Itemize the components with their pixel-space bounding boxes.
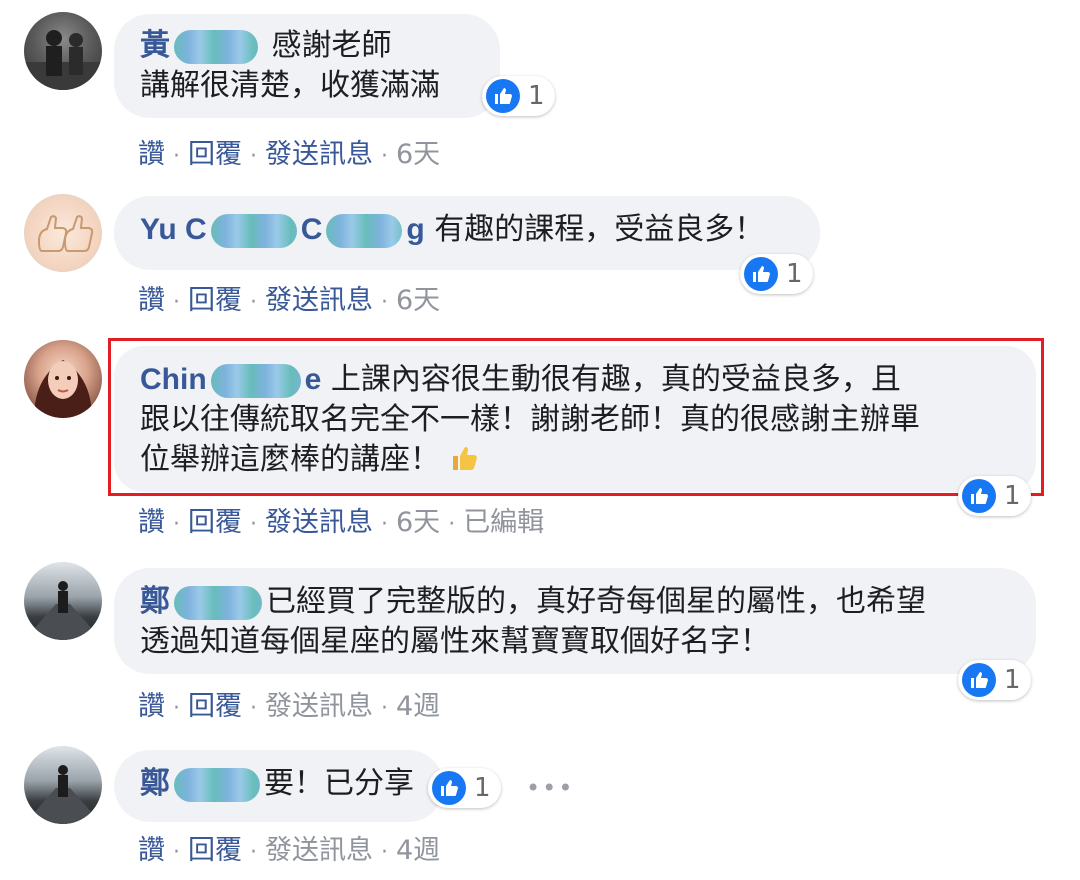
- timestamp[interactable]: 6天: [396, 139, 440, 170]
- comment-actions: 讚 · 回覆 · 發送訊息 · 6天: [138, 139, 441, 170]
- like-reaction-icon: [962, 479, 996, 513]
- comment-actions: 讚 · 回覆 · 發送訊息 · 4週: [138, 835, 441, 866]
- author-name[interactable]: 鄭: [140, 585, 170, 618]
- author-name[interactable]: 鄭: [140, 767, 170, 800]
- reply-link[interactable]: 回覆: [188, 285, 242, 316]
- redacted-name: [174, 585, 262, 620]
- comment-text: 講解很清楚，收獲滿滿: [140, 68, 440, 103]
- timestamp[interactable]: 4週: [396, 835, 440, 866]
- comment-bubble: 黃 感謝老師 講解很清楚，收獲滿滿: [114, 14, 500, 118]
- avatar[interactable]: [24, 194, 102, 272]
- send-message-link[interactable]: 發送訊息: [265, 507, 373, 538]
- comment-bubble: 鄭 要！已分享: [114, 750, 444, 822]
- send-message-link[interactable]: 發送訊息: [265, 691, 373, 722]
- comment-text: 感謝老師: [271, 28, 392, 63]
- redacted-name: [210, 213, 297, 248]
- comment-text: 透過知道每個星座的屬性來幫寶寶取個好名字！: [140, 624, 770, 659]
- comment-actions: 讚 · 回覆 · 發送訊息 · 6天 · 已編輯: [138, 507, 545, 538]
- person-silhouette-icon: [24, 30, 102, 90]
- redacted-name: [174, 29, 258, 64]
- edited-label[interactable]: 已編輯: [463, 507, 544, 538]
- avatar[interactable]: [24, 340, 102, 418]
- reaction-count[interactable]: 1: [482, 76, 555, 116]
- author-name[interactable]: 黃: [140, 29, 170, 62]
- like-link[interactable]: 讚: [138, 835, 165, 866]
- profile-photo-icon: [34, 360, 92, 418]
- reaction-count[interactable]: 1: [958, 476, 1031, 516]
- like-reaction-icon: [486, 79, 520, 113]
- reply-link[interactable]: 回覆: [188, 507, 242, 538]
- send-message-link[interactable]: 發送訊息: [265, 835, 373, 866]
- redacted-name: [174, 767, 260, 802]
- send-message-link[interactable]: 發送訊息: [265, 139, 373, 170]
- reaction-count[interactable]: 1: [428, 768, 501, 808]
- comment-bubble: Yu CCg 有趣的課程，受益良多！: [114, 196, 820, 270]
- comment-text: 已經買了完整版的，真好奇每個星的屬性，也希望: [266, 584, 926, 619]
- like-reaction-icon: [744, 257, 778, 291]
- like-link[interactable]: 讚: [138, 139, 165, 170]
- avatar[interactable]: [24, 562, 102, 640]
- reply-link[interactable]: 回覆: [188, 139, 242, 170]
- like-link[interactable]: 讚: [138, 507, 165, 538]
- person-on-road-icon: [24, 581, 102, 640]
- more-options-icon[interactable]: •••: [526, 774, 574, 802]
- reaction-count[interactable]: 1: [958, 660, 1031, 700]
- timestamp[interactable]: 6天: [396, 507, 440, 538]
- author-name[interactable]: Yu C: [140, 213, 207, 246]
- reaction-count[interactable]: 1: [740, 254, 813, 294]
- comment-actions: 讚 · 回覆 · 發送訊息 · 6天: [138, 285, 441, 316]
- thumbs-up-icon: [37, 215, 94, 252]
- timestamp[interactable]: 4週: [396, 691, 440, 722]
- comment-text: 要！已分享: [264, 766, 414, 801]
- comment-actions: 讚 · 回覆 · 發送訊息 · 4週: [138, 691, 441, 722]
- send-message-link[interactable]: 發送訊息: [265, 285, 373, 316]
- comment-text: 有趣的課程，受益良多！: [434, 212, 765, 247]
- like-link[interactable]: 讚: [138, 285, 165, 316]
- avatar[interactable]: [24, 12, 102, 90]
- like-link[interactable]: 讚: [138, 691, 165, 722]
- like-reaction-icon: [962, 663, 996, 697]
- person-on-road-icon: [24, 765, 102, 824]
- comment-bubble: 鄭 已經買了完整版的，真好奇每個星的屬性，也希望 透過知道每個星座的屬性來幫寶寶取…: [114, 568, 1036, 674]
- redacted-name: [326, 213, 403, 248]
- reply-link[interactable]: 回覆: [188, 835, 242, 866]
- highlight-box: [108, 338, 1044, 496]
- avatar[interactable]: [24, 746, 102, 824]
- reply-link[interactable]: 回覆: [188, 691, 242, 722]
- timestamp[interactable]: 6天: [396, 285, 440, 316]
- like-reaction-icon: [432, 771, 466, 805]
